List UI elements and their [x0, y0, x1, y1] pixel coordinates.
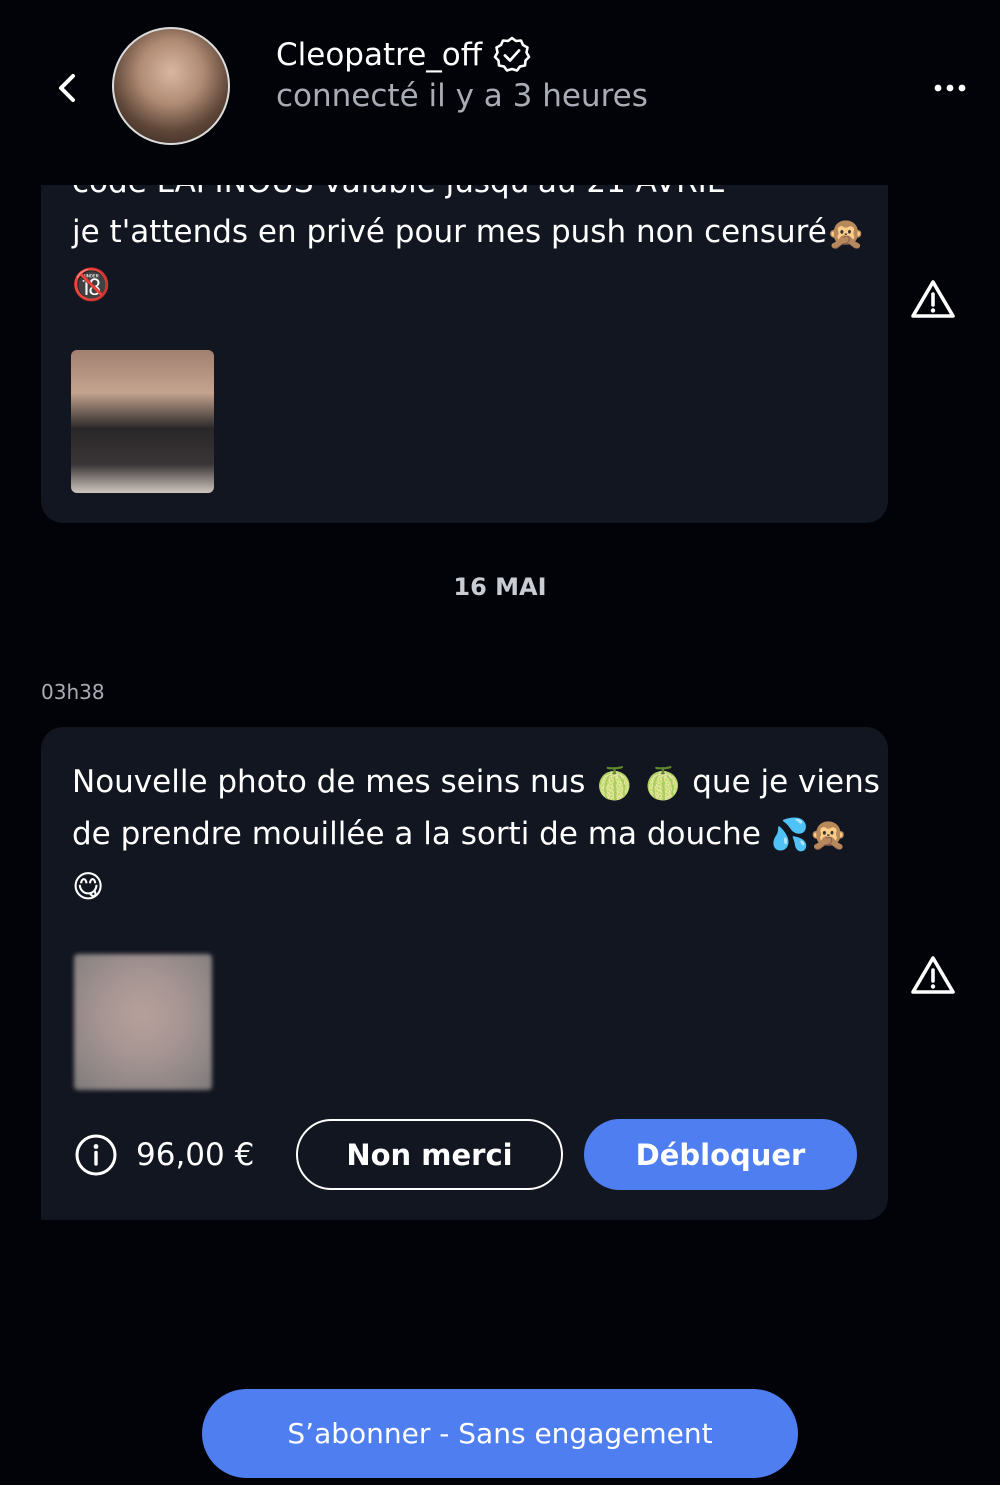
price-label: 96,00 €	[136, 1137, 255, 1173]
adult-18-emoji-icon: 🔞	[72, 267, 111, 303]
yum-face-emoji-icon: 😋	[72, 868, 105, 905]
back-chevron-icon[interactable]	[46, 66, 90, 110]
melon-emoji-icon: 🍈	[595, 765, 634, 802]
username: Cleopatre_off	[276, 37, 483, 73]
message-text-line: je t'attends en privé pour mes push non …	[72, 214, 827, 250]
monkey-emoji-icon: 🙊	[826, 215, 866, 252]
message-photo[interactable]	[71, 350, 214, 493]
message-text-part: Nouvelle photo de mes seins nus	[72, 764, 596, 800]
warning-triangle-icon[interactable]	[910, 278, 956, 320]
chat-header: Cleopatre_off connecté il y a 3 heures	[0, 0, 1000, 185]
avatar[interactable]	[112, 27, 230, 145]
paid-message-bubble: Nouvelle photo de mes seins nus 🍈 🍈 que …	[41, 727, 888, 1220]
more-dots-icon[interactable]	[928, 70, 972, 106]
message-text-part: de prendre mouillée a la sorti de ma dou…	[72, 815, 771, 852]
online-status: connecté il y a 3 heures	[276, 78, 648, 114]
message-text-part: que je viens	[682, 764, 880, 800]
message-bubble: code LAPINOUS valable jusqu'au 21 AVRIL …	[41, 150, 888, 523]
price-row: 96,00 €	[74, 1119, 254, 1191]
decline-button[interactable]: Non merci	[296, 1119, 563, 1190]
message-text: Nouvelle photo de mes seins nus 🍈 🍈 que …	[72, 757, 880, 912]
warning-triangle-icon[interactable]	[910, 954, 956, 996]
locked-photo-thumbnail[interactable]	[74, 954, 212, 1090]
monkey-emoji-icon: 🙊	[809, 817, 848, 853]
username-row[interactable]: Cleopatre_off	[276, 34, 532, 76]
sweat-droplets-emoji-icon: 💦	[770, 817, 810, 853]
message-text: je t'attends en privé pour mes push non …	[72, 207, 865, 310]
melon-emoji-icon: 🍈	[643, 765, 683, 802]
info-circle-icon[interactable]	[74, 1133, 118, 1177]
message-time: 03h38	[41, 680, 105, 704]
unlock-button[interactable]: Débloquer	[584, 1119, 857, 1190]
verified-badge-icon	[493, 36, 531, 72]
subscribe-button[interactable]: S’abonner - Sans engagement	[202, 1389, 798, 1478]
date-separator: 16 MAI	[453, 573, 547, 601]
